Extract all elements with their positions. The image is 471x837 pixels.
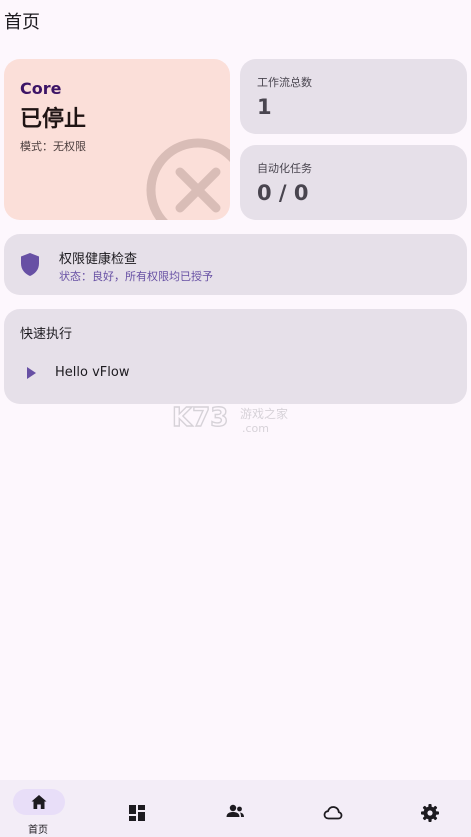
svg-text:K73: K73 <box>172 403 228 433</box>
automation-tasks-value: 0 / 0 <box>257 181 309 205</box>
close-circle-icon <box>146 138 230 220</box>
nav-item-cloud[interactable] <box>285 780 379 837</box>
automation-tasks-card[interactable]: 自动化任务 0 / 0 <box>240 145 467 220</box>
core-label: Core <box>20 79 62 98</box>
shield-icon <box>21 253 39 276</box>
workflow-count-card[interactable]: 工作流总数 1 <box>240 59 467 134</box>
home-icon <box>31 795 47 809</box>
nav-item-settings[interactable] <box>383 780 471 837</box>
svg-text:.com: .com <box>242 422 269 435</box>
play-icon <box>27 367 36 379</box>
settings-icon <box>421 804 439 822</box>
automation-tasks-label: 自动化任务 <box>257 162 312 175</box>
quick-execute-card: 快速执行 Hello vFlow <box>4 309 467 404</box>
core-status-card[interactable]: Core 已停止 模式：无权限 <box>4 59 230 220</box>
dashboard-icon <box>129 805 145 821</box>
permission-health-card[interactable]: 权限健康检查 状态：良好，所有权限均已授予 <box>4 234 467 295</box>
bottom-navigation-bar: 首页 <box>0 780 471 837</box>
nav-item-home[interactable]: 首页 <box>0 780 94 837</box>
workflow-count-label: 工作流总数 <box>257 76 312 89</box>
quick-execute-item[interactable]: Hello vFlow <box>12 359 458 387</box>
nav-label-home: 首页 <box>28 825 48 836</box>
nav-item-dashboard[interactable] <box>90 780 184 837</box>
core-mode-text: 模式：无权限 <box>20 140 86 153</box>
k73-watermark-logo: K73 游戏之家 .com <box>172 402 288 435</box>
workflow-count-value: 1 <box>257 95 272 119</box>
home-screen: 首页 Core 已停止 模式：无权限 工作流总数 1 自动化任务 0 / 0 权… <box>0 0 471 837</box>
health-check-title: 权限健康检查 <box>59 252 138 267</box>
health-check-status: 状态：良好，所有权限均已授予 <box>59 270 213 283</box>
core-status-text: 已停止 <box>20 107 87 132</box>
quick-execute-item-label: Hello vFlow <box>55 365 130 380</box>
cloud-icon <box>323 806 343 820</box>
people-icon <box>226 804 244 817</box>
quick-execute-title: 快速执行 <box>20 327 73 342</box>
svg-text:游戏之家: 游戏之家 <box>240 406 288 421</box>
page-title: 首页 <box>4 12 40 33</box>
nav-item-people[interactable] <box>188 780 282 837</box>
